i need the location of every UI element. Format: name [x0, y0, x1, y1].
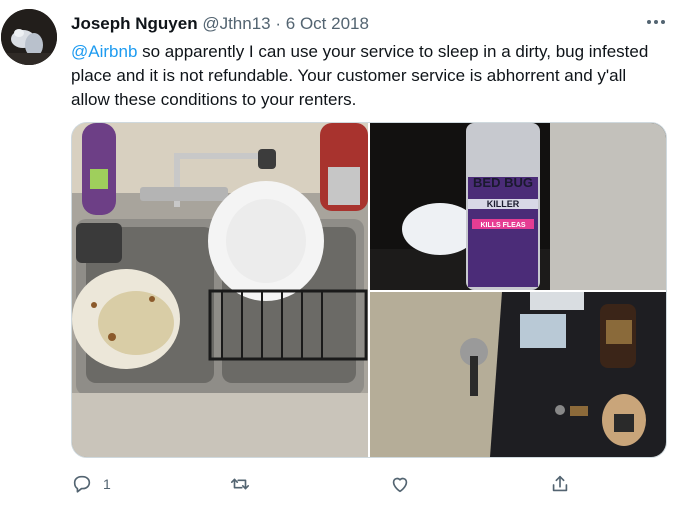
- table-with-items-photo: [370, 292, 666, 457]
- retweet-icon: [230, 478, 250, 490]
- photo-sink[interactable]: [72, 123, 368, 457]
- share-icon: [552, 475, 568, 492]
- retweet-button[interactable]: [229, 470, 261, 498]
- author-name[interactable]: Joseph Nguyen: [71, 14, 198, 33]
- avatar-image: [1, 9, 57, 65]
- tweet-date[interactable]: 6 Oct 2018: [286, 14, 369, 33]
- reply-button[interactable]: 1: [71, 470, 111, 498]
- photo-bug-spray[interactable]: BED BUG KILLER KILLS FLEAS: [370, 123, 666, 290]
- like-button[interactable]: [389, 470, 421, 498]
- share-button[interactable]: [549, 470, 571, 498]
- avatar[interactable]: [1, 9, 57, 65]
- spray-label-band: KILLS FLEAS: [480, 222, 525, 229]
- spray-label-top: BED BUG: [473, 175, 533, 190]
- tweet-actions: 1: [71, 470, 591, 500]
- media-grid: BED BUG KILLER KILLS FLEAS: [71, 122, 667, 458]
- heart-icon: [392, 477, 408, 493]
- bed-bug-spray-photo: BED BUG KILLER KILLS FLEAS: [370, 123, 666, 290]
- reply-icon: [73, 475, 91, 493]
- author-handle[interactable]: @Jthn13: [202, 14, 270, 33]
- mention-link[interactable]: @Airbnb: [71, 42, 137, 61]
- spray-label-mid: KILLER: [487, 199, 520, 209]
- tweet: Joseph Nguyen @Jthn13 · 6 Oct 2018 @Airb…: [0, 0, 680, 514]
- more-options-icon[interactable]: [644, 11, 668, 33]
- tweet-body: so apparently I can use your service to …: [71, 42, 649, 109]
- separator: ·: [275, 14, 282, 33]
- tweet-header: Joseph Nguyen @Jthn13 · 6 Oct 2018: [71, 13, 369, 35]
- tweet-text: @Airbnb so apparently I can use your ser…: [71, 40, 651, 112]
- reply-count: 1: [103, 476, 111, 492]
- sink-with-dishes-photo: [72, 123, 368, 457]
- photo-table[interactable]: [370, 292, 666, 457]
